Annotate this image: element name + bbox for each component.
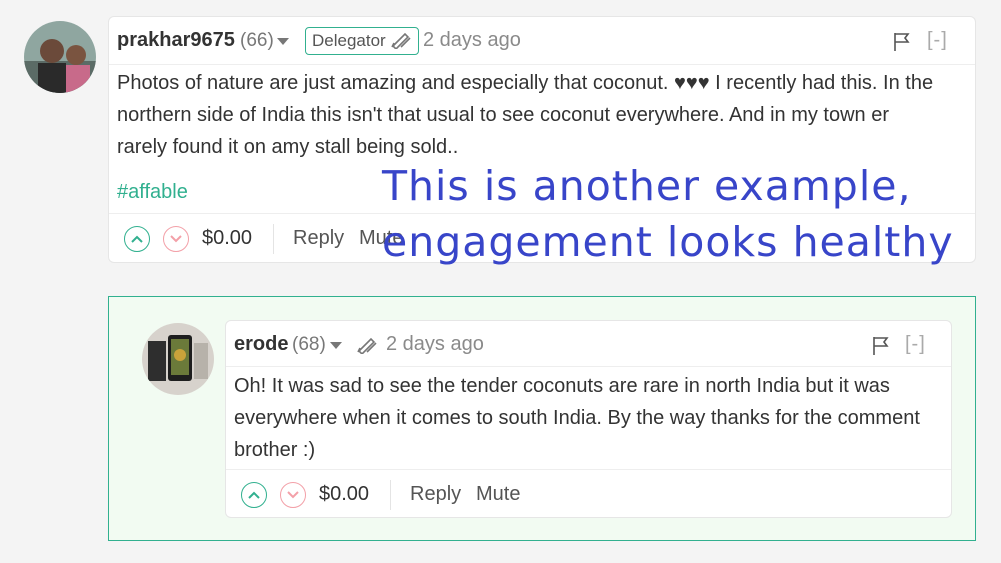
annotation-overlay: This is another example, engagement look… [382,158,954,270]
divider [273,224,274,254]
reply-line: brother :) [234,439,316,461]
reply-card: erode (68) 2 days ago [-] Oh! It was sad… [225,320,952,518]
comment-body: Photos of nature are just amazing and es… [117,67,967,163]
reply-footer: $0.00 Reply Mute [226,469,951,519]
avatar[interactable] [24,21,96,93]
tag-link[interactable]: #affable [117,181,188,204]
upvote-button[interactable] [241,482,267,508]
payout-value[interactable]: $0.00 [319,483,369,506]
divider [390,480,391,510]
chevron-down-icon[interactable] [330,342,342,349]
author-name[interactable]: prakhar9675 [117,29,235,52]
chevron-down-icon [170,235,182,243]
timestamp[interactable]: 2 days ago [386,333,484,356]
comment-line: northern side of India this isn't that u… [117,104,890,126]
pen-icon [356,334,378,359]
flag-icon[interactable] [893,32,911,57]
annotation-line: This is another example, [382,162,912,210]
annotation-line: engagement looks healthy [382,218,954,266]
pen-icon [390,29,412,54]
downvote-button[interactable] [163,226,189,252]
downvote-button[interactable] [280,482,306,508]
chevron-down-icon [287,491,299,499]
reputation-score: (68) [292,334,326,355]
payout-value[interactable]: $0.00 [202,227,252,250]
flag-icon[interactable] [872,336,890,361]
collapse-toggle[interactable]: [-] [927,29,948,52]
badge-label: Delegator [312,31,386,50]
chevron-up-icon [248,491,260,499]
mute-button[interactable]: Mute [476,483,520,506]
reputation-score: (66) [240,30,274,51]
collapse-toggle[interactable]: [-] [905,333,926,356]
author-name[interactable]: erode [234,333,288,356]
delegator-badge: Delegator [305,27,419,55]
upvote-button[interactable] [124,226,150,252]
comment-line: Photos of nature are just amazing and es… [117,72,934,94]
comment-header: prakhar9675 (66) Delegator 2 days ago [-… [109,17,975,65]
reply-header: erode (68) 2 days ago [-] [226,321,951,367]
reply-button[interactable]: Reply [293,227,344,250]
chevron-down-icon[interactable] [277,38,289,45]
timestamp[interactable]: 2 days ago [423,29,521,52]
reply-line: everywhere when it comes to south India.… [234,407,920,429]
reply-button[interactable]: Reply [410,483,461,506]
chevron-up-icon [131,235,143,243]
reply-line: Oh! It was sad to see the tender coconut… [234,375,890,397]
reply-body: Oh! It was sad to see the tender coconut… [234,370,946,466]
avatar[interactable] [142,323,214,395]
